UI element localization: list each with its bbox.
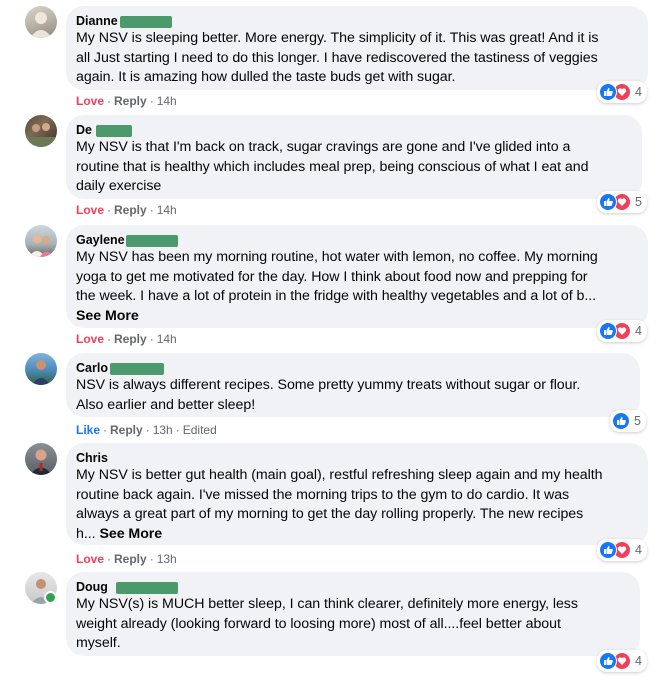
reaction-summary[interactable]: 4 — [597, 650, 647, 672]
comment-bubble: Doug My NSV(s) is MUCH better sleep, I c… — [66, 572, 640, 656]
comment-bubble: Dianne My NSV is sleeping better. More e… — [66, 6, 648, 90]
love-button[interactable]: Love — [76, 94, 104, 108]
comment-actions: Love · Reply · 13h — [76, 552, 177, 566]
comment-author[interactable]: Dianne — [76, 14, 118, 28]
thumbs-up-icon — [612, 412, 630, 430]
thumbs-up-icon — [599, 652, 617, 670]
name-redaction — [120, 16, 172, 28]
person-photo-icon — [30, 12, 52, 38]
online-status-dot — [44, 591, 57, 604]
person-photo-icon — [30, 449, 52, 475]
comment-text: My NSV(s) is MUCH better sleep, I can th… — [76, 596, 578, 651]
comment-author[interactable]: Carlo — [76, 361, 108, 375]
name-redaction — [96, 125, 132, 137]
avatar[interactable] — [25, 225, 57, 257]
comment-text: NSV is always different recipes. Some pr… — [76, 377, 581, 413]
timestamp[interactable]: 14h — [157, 332, 177, 346]
love-button[interactable]: Love — [76, 203, 104, 217]
reply-button[interactable]: Reply — [114, 552, 147, 566]
reaction-count: 4 — [635, 85, 642, 99]
avatar[interactable] — [25, 115, 57, 147]
name-redaction — [116, 582, 178, 594]
thumbs-up-icon — [599, 541, 617, 559]
see-more-link[interactable]: See More — [76, 308, 139, 324]
reply-button[interactable]: Reply — [110, 423, 143, 437]
comment-body: My NSV has been my morning routine, hot … — [76, 249, 598, 304]
comment-text: My NSV is sleeping better. More energy. … — [76, 30, 599, 85]
reaction-summary[interactable]: 4 — [597, 81, 647, 103]
comment-text: My NSV is better gut health (main goal),… — [76, 466, 638, 544]
thumbs-up-icon — [599, 322, 617, 340]
edited-label[interactable]: Edited — [183, 423, 217, 437]
avatar[interactable] — [25, 6, 57, 38]
timestamp[interactable]: 13h — [153, 423, 173, 437]
reaction-count: 4 — [635, 543, 642, 557]
reply-button[interactable]: Reply — [114, 94, 147, 108]
reaction-summary[interactable]: 4 — [597, 539, 647, 561]
comment-bubble: Carlo NSV is always different recipes. S… — [66, 353, 640, 417]
reaction-count: 4 — [635, 654, 642, 668]
comment-actions: Love · Reply · 14h — [76, 203, 177, 217]
reply-button[interactable]: Reply — [114, 203, 147, 217]
timestamp[interactable]: 14h — [157, 203, 177, 217]
person-photo-icon — [25, 123, 57, 147]
comment-author[interactable]: Chris — [76, 451, 108, 465]
comment-bubble: Chris My NSV is better gut health (main … — [66, 443, 648, 545]
comment-author[interactable]: De — [76, 123, 92, 137]
reaction-count: 5 — [634, 414, 641, 428]
comment-author[interactable]: Gaylene — [76, 233, 125, 247]
name-redaction — [110, 363, 164, 375]
avatar[interactable] — [25, 572, 57, 604]
comment-actions: Love · Reply · 14h — [76, 332, 177, 346]
timestamp[interactable]: 13h — [157, 552, 177, 566]
comment-text: My NSV has been my morning routine, hot … — [76, 248, 638, 326]
see-more-link[interactable]: See More — [99, 526, 162, 542]
comment-actions: Like · Reply · 13h · Edited — [76, 423, 217, 437]
avatar[interactable] — [25, 443, 57, 475]
comment-bubble: Gaylene My NSV has been my morning routi… — [66, 225, 648, 328]
avatar[interactable] — [25, 353, 57, 385]
like-button[interactable]: Like — [76, 423, 100, 437]
comment-bubble: De My NSV is that I'm back on track, sug… — [66, 115, 642, 199]
comment-text: My NSV is that I'm back on track, sugar … — [76, 139, 589, 194]
comment-author[interactable]: Doug — [76, 580, 108, 594]
reaction-summary[interactable]: 4 — [597, 320, 647, 342]
timestamp[interactable]: 14h — [157, 94, 177, 108]
love-button[interactable]: Love — [76, 332, 104, 346]
reaction-summary[interactable]: 5 — [610, 410, 646, 432]
thumbs-up-icon — [599, 83, 617, 101]
name-redaction — [126, 235, 178, 247]
love-button[interactable]: Love — [76, 552, 104, 566]
reaction-count: 5 — [635, 195, 642, 209]
reply-button[interactable]: Reply — [114, 332, 147, 346]
reaction-summary[interactable]: 5 — [597, 191, 647, 213]
reaction-count: 4 — [635, 324, 642, 338]
thumbs-up-icon — [599, 193, 617, 211]
person-photo-icon — [32, 360, 50, 385]
person-photo-icon — [29, 234, 54, 257]
comment-actions: Love · Reply · 14h — [76, 94, 177, 108]
